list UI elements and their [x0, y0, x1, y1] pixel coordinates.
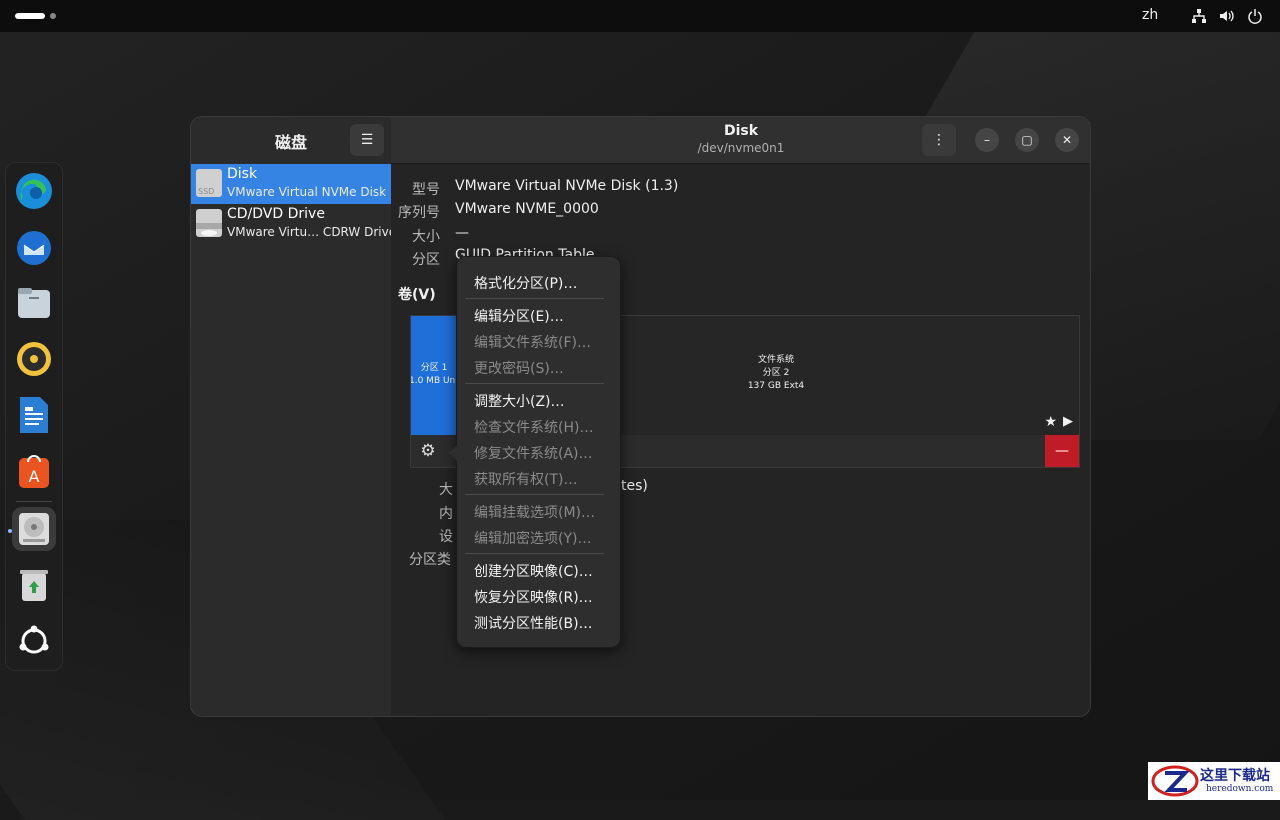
menu-item-benchmark-partition[interactable]: 测试分区性能(B)… — [474, 613, 593, 633]
partition-options-button[interactable]: ⚙ — [411, 435, 445, 467]
menu-item-create-partition-image[interactable]: 创建分区映像(C)… — [474, 561, 593, 581]
detail-size-label: 大 — [439, 482, 453, 498]
serial-label: 序列号 — [398, 205, 440, 221]
drive-options-button[interactable]: ⋮ — [922, 124, 956, 156]
partition-2[interactable]: 文件系统 分区 2 137 GB Ext4 — [721, 354, 831, 393]
disk-name: Disk — [227, 166, 258, 182]
detail-content-label: 内 — [439, 506, 453, 522]
vertical-dots-icon: ⋮ — [932, 132, 946, 148]
running-indicator — [8, 529, 12, 533]
window-title: Disk — [723, 123, 759, 139]
detail-size-value: tes) — [621, 478, 648, 494]
partition-1-title: 分区 1 — [420, 363, 448, 373]
workspace-indicator[interactable] — [50, 13, 56, 19]
workspace-indicator-active[interactable] — [15, 13, 45, 19]
disk-model: VMware Virtual NVMe Disk — [227, 185, 387, 199]
watermark-text: 这里下载站 — [1200, 768, 1270, 784]
menu-item-resize[interactable]: 调整大小(Z)… — [474, 391, 565, 411]
files-icon[interactable] — [12, 281, 56, 325]
partition-2-size: 137 GB Ext4 — [747, 381, 805, 391]
menu-item-take-ownership[interactable]: 获取所有权(T)… — [474, 469, 577, 489]
menu-item-check-filesystem[interactable]: 检查文件系统(H)… — [474, 417, 593, 437]
ssd-badge: SSD — [198, 187, 215, 196]
edge-browser-icon[interactable] — [12, 169, 56, 213]
mount-play-icon[interactable]: ▶ — [1063, 414, 1073, 429]
maximize-button[interactable]: ▢ — [1015, 128, 1039, 152]
menu-item-restore-partition-image[interactable]: 恢复分区映像(R)… — [474, 587, 593, 607]
menu-item-edit-encryption-options[interactable]: 编辑加密选项(Y)… — [474, 528, 591, 548]
dock-separator — [16, 501, 52, 502]
drive-name: CD/DVD Drive — [227, 206, 325, 222]
disks-icon[interactable] — [12, 507, 56, 551]
menu-item-repair-filesystem[interactable]: 修复文件系统(A)… — [474, 443, 593, 463]
detail-device-label: 设 — [439, 529, 453, 545]
menu-separator — [465, 553, 604, 554]
network-icon[interactable] — [1191, 8, 1207, 24]
dock: A — [5, 162, 63, 671]
menu-item-format-partition[interactable]: 格式化分区(P)… — [474, 273, 577, 293]
sidebar: 磁盘 ☰ SSD Disk VMware Virtual NVMe Disk C… — [191, 117, 396, 716]
close-icon: ✕ — [1061, 133, 1073, 147]
disks-window: 磁盘 ☰ SSD Disk VMware Virtual NVMe Disk C… — [190, 116, 1091, 717]
menu-separator — [465, 298, 604, 299]
menu-pointer — [449, 445, 457, 461]
partition-1-size: 1.0 MB Unknown — [411, 376, 457, 386]
header-bar: Disk /dev/nvme0n1 ⋮ – ▢ ✕ — [391, 117, 1090, 164]
sidebar-header: 磁盘 ☰ — [191, 117, 391, 163]
menu-separator — [465, 383, 604, 384]
delete-partition-button[interactable]: — — [1045, 435, 1079, 467]
menu-separator — [465, 494, 604, 495]
main-menu-button[interactable]: ☰ — [350, 124, 384, 156]
partition-1[interactable]: 分区 1 1.0 MB Unknown — [411, 316, 457, 436]
menu-item-edit-filesystem[interactable]: 编辑文件系统(F)… — [474, 332, 591, 352]
menu-item-edit-mount-options[interactable]: 编辑挂载选项(M)… — [474, 502, 595, 522]
watermark-logo-icon — [1151, 765, 1199, 797]
svg-text:A: A — [29, 467, 40, 486]
partition-2-type: 文件系统 — [757, 355, 794, 365]
serial-value: VMware NVME_0000 — [455, 201, 599, 217]
menu-item-edit-partition[interactable]: 编辑分区(E)… — [474, 306, 564, 326]
app-center-icon[interactable]: A — [12, 449, 56, 493]
star-icon[interactable]: ★ — [1044, 414, 1057, 430]
input-language-indicator[interactable]: zh — [1142, 7, 1158, 23]
minimize-icon: – — [984, 133, 990, 147]
close-button[interactable]: ✕ — [1055, 128, 1079, 152]
optical-drive-icon — [196, 209, 222, 237]
volume-icon[interactable] — [1219, 8, 1235, 24]
hamburger-icon: ☰ — [360, 132, 374, 148]
minimize-button[interactable]: – — [975, 128, 999, 152]
sidebar-item-disk[interactable]: SSD Disk VMware Virtual NVMe Disk — [191, 164, 391, 204]
thunderbird-icon[interactable] — [12, 225, 56, 269]
partition-2-title: 分区 2 — [762, 368, 790, 378]
model-value: VMware Virtual NVMe Disk (1.3) — [455, 178, 679, 194]
gear-icon: ⚙ — [420, 441, 436, 461]
ssd-drive-icon: SSD — [196, 169, 222, 197]
power-icon[interactable] — [1247, 8, 1263, 24]
site-watermark: 这里下载站 heredown.com — [1148, 762, 1280, 800]
size-value: — — [455, 225, 469, 241]
partition-context-menu: 格式化分区(P)… 编辑分区(E)… 编辑文件系统(F)… 更改密码(S)… 调… — [449, 256, 621, 648]
window-subtitle: /dev/nvme0n1 — [697, 141, 785, 155]
libreoffice-writer-icon[interactable] — [12, 393, 56, 437]
trash-icon[interactable] — [12, 563, 56, 607]
sidebar-title: 磁盘 — [274, 133, 307, 152]
partitioning-label: 分区 — [412, 252, 440, 268]
model-label: 型号 — [412, 182, 440, 198]
sidebar-item-cd-dvd-drive[interactable]: CD/DVD Drive VMware Virtu… CDRW Drive — [191, 204, 396, 244]
ubuntu-apps-icon[interactable] — [12, 619, 56, 663]
size-label: 大小 — [412, 229, 440, 245]
top-bar: zh — [0, 0, 1280, 32]
rhythmbox-icon[interactable] — [12, 337, 56, 381]
menu-item-change-passphrase[interactable]: 更改密码(S)… — [474, 358, 564, 378]
drive-model: VMware Virtu… CDRW Drive — [227, 225, 397, 239]
volumes-heading: 卷(V) — [398, 287, 436, 303]
watermark-url: heredown.com — [1206, 784, 1274, 794]
detail-partition-type-label: 分区类 — [409, 552, 451, 568]
minus-icon: — — [1055, 443, 1069, 459]
maximize-icon: ▢ — [1021, 133, 1033, 147]
